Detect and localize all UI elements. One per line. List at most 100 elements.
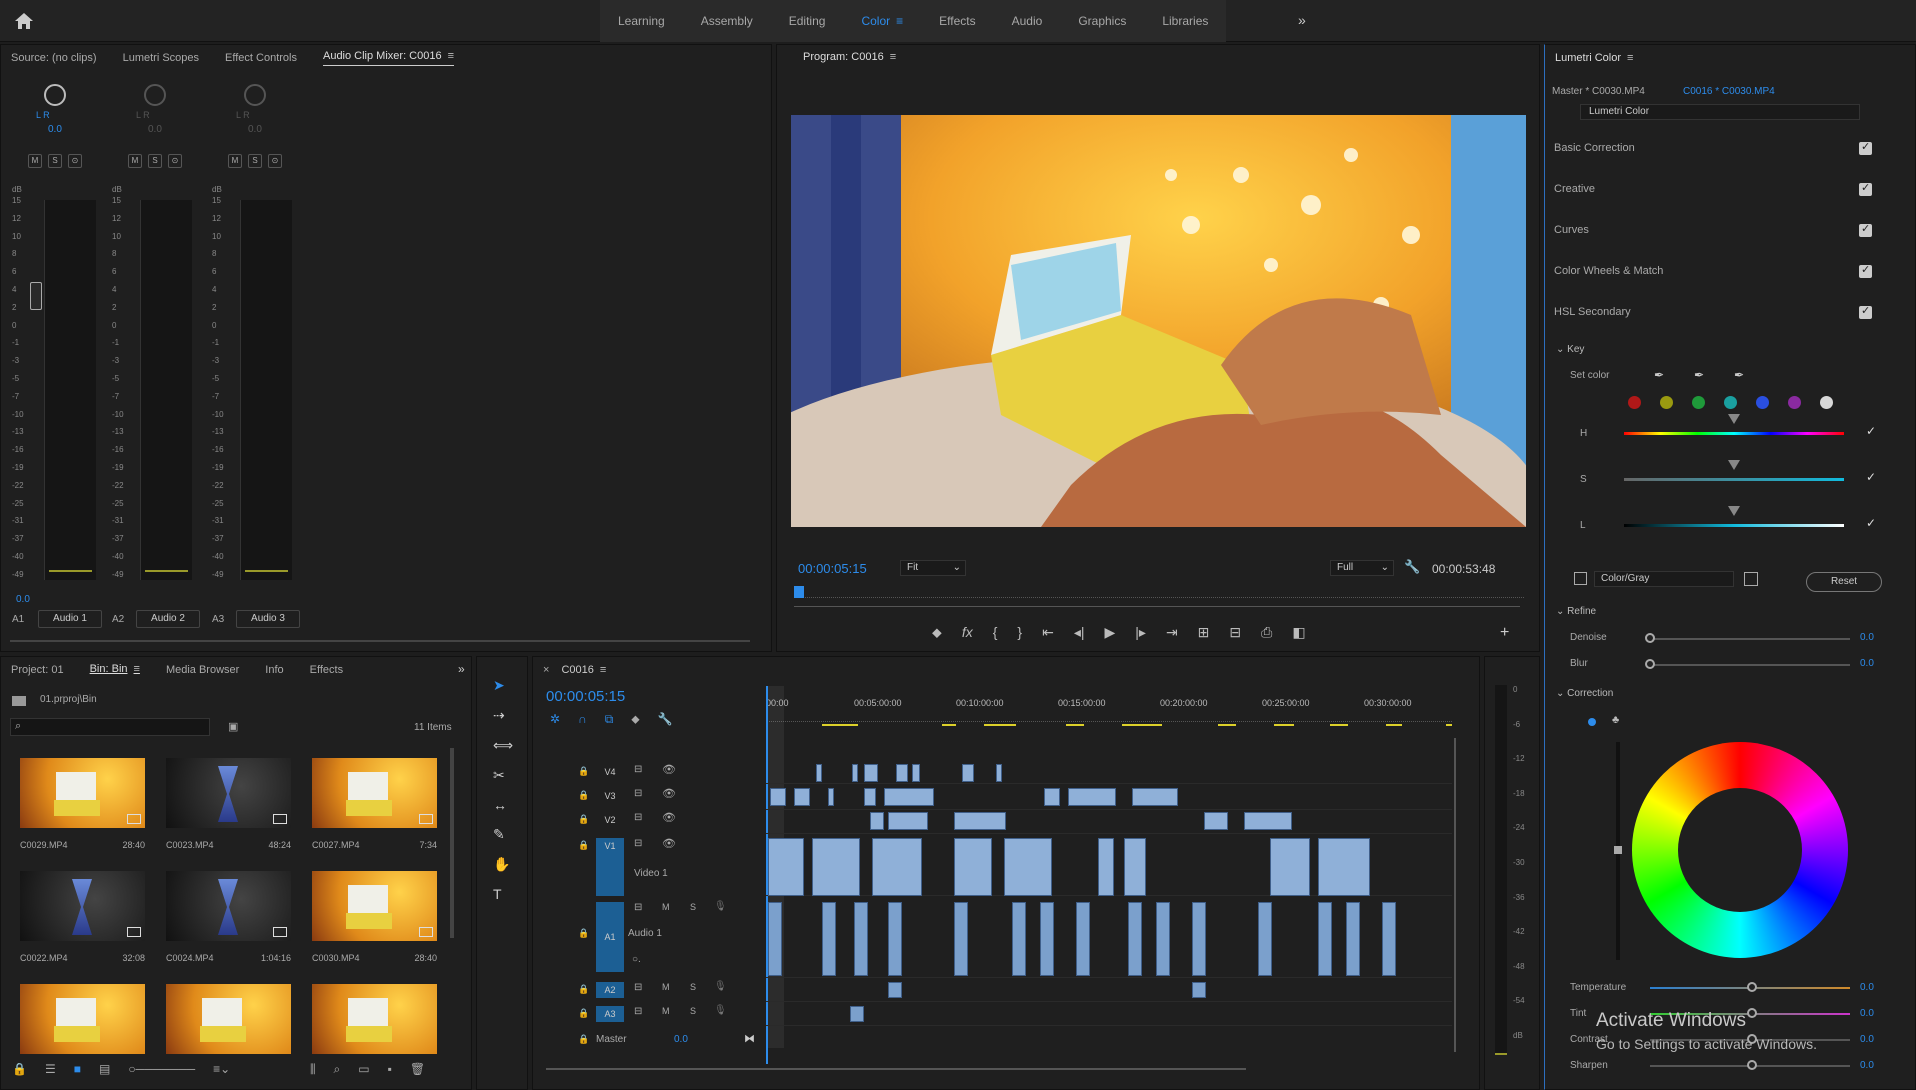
tab-audio[interactable]: Audio bbox=[994, 0, 1061, 42]
hsl-range-handle[interactable] bbox=[1728, 414, 1740, 440]
video-clip[interactable] bbox=[1270, 838, 1310, 896]
more-workspaces-icon[interactable]: » bbox=[1298, 12, 1306, 28]
video-clip[interactable] bbox=[770, 788, 786, 806]
sync-lock-icon[interactable]: ⊟ bbox=[634, 838, 642, 849]
automate-icon[interactable]: ⫼ bbox=[310, 1062, 316, 1077]
find-icon[interactable]: ⌕ bbox=[334, 1062, 341, 1077]
panel-menu-icon[interactable]: ≡ bbox=[600, 664, 606, 676]
clip-thumbnail[interactable]: C0023.MP4 48:24 bbox=[166, 758, 291, 858]
tab-learning[interactable]: Learning bbox=[600, 0, 683, 42]
fx-icon[interactable]: fx bbox=[962, 624, 973, 641]
video-clip[interactable] bbox=[1098, 838, 1114, 896]
video-clip[interactable] bbox=[816, 764, 822, 782]
video-clip[interactable] bbox=[828, 788, 834, 806]
reset-button[interactable]: Reset bbox=[1806, 572, 1882, 592]
video-clip[interactable] bbox=[888, 812, 928, 830]
mute-button[interactable]: M bbox=[228, 154, 242, 168]
panel-menu-icon[interactable]: ≡ bbox=[448, 50, 454, 62]
audio-clip[interactable] bbox=[1192, 982, 1206, 998]
video-clip[interactable] bbox=[794, 788, 810, 806]
solo-track-button[interactable]: S bbox=[690, 982, 696, 992]
project-scrollbar[interactable] bbox=[450, 748, 454, 938]
sync-lock-icon[interactable]: ⊟ bbox=[634, 902, 642, 913]
lift-icon[interactable]: ⊞ bbox=[1198, 624, 1210, 641]
zoom-slider[interactable]: ○─────── bbox=[128, 1062, 195, 1076]
channel-name-a1[interactable]: Audio 1 bbox=[38, 610, 102, 628]
tab-project[interactable]: Project: 01 bbox=[11, 664, 64, 676]
lock-icon[interactable]: 🔒 bbox=[578, 766, 589, 777]
volume-fader[interactable] bbox=[30, 282, 42, 310]
tab-lumetri-color[interactable]: Lumetri Color ≡ bbox=[1555, 52, 1633, 64]
master-clip[interactable]: Master * C0030.MP4 bbox=[1552, 86, 1645, 97]
color-swatch[interactable] bbox=[1660, 396, 1673, 409]
add-marker-icon[interactable]: ⬥ bbox=[631, 712, 639, 727]
clip-thumbnail[interactable]: C0030.MP4 28:40 bbox=[312, 871, 437, 971]
section-enabled-checkbox[interactable] bbox=[1859, 222, 1872, 237]
tint-thumb[interactable] bbox=[1747, 1008, 1757, 1018]
lock-icon[interactable]: 🔒 bbox=[578, 1034, 589, 1045]
playhead[interactable] bbox=[794, 586, 804, 598]
three-way-wheel-icon[interactable]: ♣ bbox=[1612, 714, 1619, 726]
video-clip[interactable] bbox=[864, 788, 876, 806]
track-target-v4[interactable]: V4 bbox=[596, 764, 624, 780]
track-target-v3[interactable]: V3 bbox=[596, 788, 624, 804]
go-to-in-icon[interactable]: ⇤ bbox=[1042, 624, 1054, 641]
marker-icon[interactable]: ⬥ bbox=[932, 624, 942, 641]
correction-section[interactable]: ⌄ Correction bbox=[1556, 688, 1613, 699]
mute-button[interactable]: M bbox=[128, 154, 142, 168]
video-clip[interactable] bbox=[870, 812, 884, 830]
video-clip[interactable] bbox=[1318, 838, 1370, 896]
record-button[interactable]: ⊙ bbox=[168, 154, 182, 168]
comparison-icon[interactable]: ◧ bbox=[1292, 624, 1305, 641]
tab-effects[interactable]: Effects bbox=[310, 664, 343, 676]
refine-section[interactable]: ⌄ Refine bbox=[1556, 606, 1596, 617]
video-clip[interactable] bbox=[996, 764, 1002, 782]
sync-lock-icon[interactable]: ⊟ bbox=[634, 1006, 642, 1017]
new-search-bin-icon[interactable]: ▣ bbox=[228, 720, 238, 733]
hsl-range-handle[interactable] bbox=[1728, 460, 1740, 486]
mark-out-icon[interactable]: } bbox=[1017, 624, 1022, 641]
step-back-icon[interactable]: ◂| bbox=[1074, 624, 1085, 641]
clip-thumbnail[interactable]: C0022.MP4 32:08 bbox=[20, 871, 145, 971]
temperature-thumb[interactable] bbox=[1747, 982, 1757, 992]
luma-thumb[interactable] bbox=[1614, 846, 1622, 854]
tab-effects[interactable]: Effects bbox=[921, 0, 993, 42]
track-select-tool-icon[interactable]: ⇢ bbox=[493, 707, 513, 724]
panel-menu-icon[interactable]: ≡ bbox=[1627, 52, 1633, 64]
add-button-icon[interactable]: + bbox=[1500, 624, 1509, 642]
tab-program[interactable]: Program: C0016 ≡ bbox=[803, 51, 896, 66]
clip-thumbnail[interactable]: C0024.MP4 1:04:16 bbox=[166, 871, 291, 971]
sort-icon[interactable]: ≡⌄ bbox=[213, 1062, 230, 1076]
mute-track-button[interactable]: M bbox=[662, 902, 670, 912]
clip-thumbnail[interactable]: C0029.MP4 28:40 bbox=[20, 758, 145, 858]
play-icon[interactable]: ▶ bbox=[1104, 624, 1115, 641]
lumetri-section[interactable]: Basic Correction bbox=[1554, 140, 1894, 158]
pan-value[interactable]: 0.0 bbox=[248, 124, 262, 135]
eye-icon[interactable]: 👁 bbox=[662, 837, 676, 850]
icon-view-icon[interactable]: ■ bbox=[74, 1062, 81, 1076]
mute-track-button[interactable]: M bbox=[662, 982, 670, 992]
eye-icon[interactable]: 👁 bbox=[662, 787, 676, 800]
selection-tool-icon[interactable]: ➤ bbox=[493, 677, 513, 694]
blur-value[interactable]: 0.0 bbox=[1860, 658, 1874, 669]
timeline-ruler[interactable]: 00:00 00:05:00:00 00:10:00:00 00:15:00:00 00… bbox=[766, 698, 1452, 728]
quality-select[interactable]: Full ⌄ bbox=[1330, 560, 1394, 576]
lock-icon[interactable]: 🔒 bbox=[578, 928, 589, 939]
solo-button[interactable]: S bbox=[248, 154, 262, 168]
keyframe-icon[interactable]: ○. bbox=[632, 954, 641, 965]
voiceover-icon[interactable]: 🎙 bbox=[714, 981, 727, 992]
ripple-edit-tool-icon[interactable]: ⟺ bbox=[493, 737, 513, 754]
camera-icon[interactable]: ⎙ bbox=[1261, 624, 1272, 641]
tab-graphics[interactable]: Graphics bbox=[1060, 0, 1144, 42]
tab-media-browser[interactable]: Media Browser bbox=[166, 664, 239, 676]
program-video-frame[interactable] bbox=[791, 115, 1526, 527]
audio-clip[interactable] bbox=[1258, 902, 1272, 976]
audio-clip[interactable] bbox=[1156, 902, 1170, 976]
program-ruler[interactable] bbox=[794, 586, 1524, 598]
audio-clip[interactable] bbox=[822, 902, 836, 976]
track-target-a3[interactable]: A3 bbox=[596, 1006, 624, 1022]
track-target-v1[interactable]: V1 bbox=[596, 838, 624, 896]
audio-clip[interactable] bbox=[888, 902, 902, 976]
color-swatch[interactable] bbox=[1756, 396, 1769, 409]
tab-sequence[interactable]: C0016 ≡ bbox=[561, 664, 606, 676]
